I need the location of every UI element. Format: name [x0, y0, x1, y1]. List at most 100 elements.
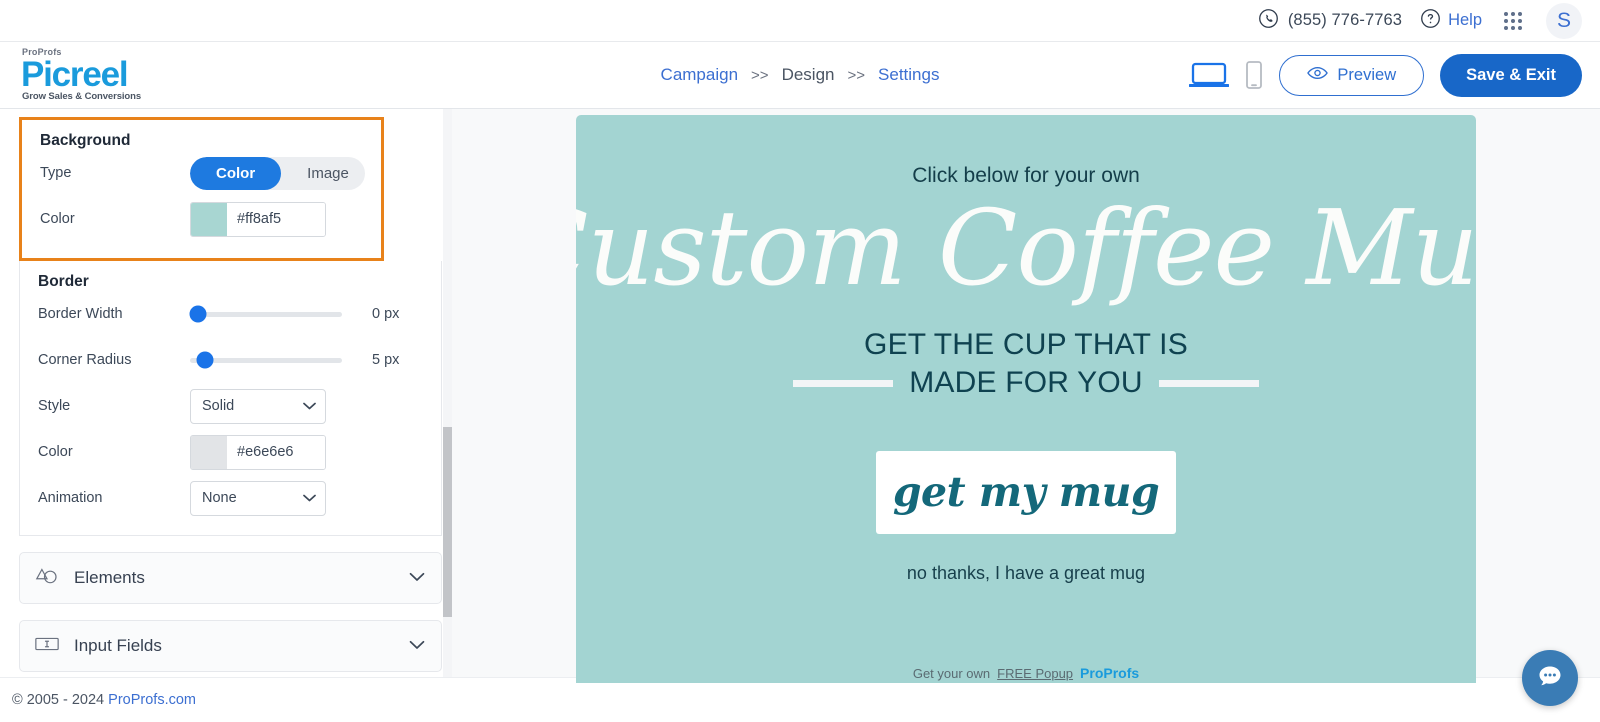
border-color-label: Color: [38, 444, 73, 460]
page-footer: © 2005 - 2024 ProProfs.com: [0, 677, 1600, 721]
breadcrumb-separator: >>: [751, 66, 769, 84]
shapes-icon: [34, 566, 60, 591]
decorative-rule-right: [1158, 380, 1259, 388]
eye-icon: [1307, 66, 1329, 85]
main-header: ProProfs Picreel Grow Sales & Conversion…: [0, 41, 1600, 109]
animation-row: Animation None: [38, 475, 425, 521]
chevron-down-icon: [303, 490, 316, 506]
corner-radius-slider-thumb[interactable]: [196, 351, 214, 369]
breadcrumb: Campaign >> Design >> Settings: [661, 65, 940, 85]
popup-headline: Custom Coffee Mug: [576, 187, 1476, 309]
sidebar-scrollbar-track[interactable]: [443, 109, 452, 677]
sidebar-scrollbar-thumb[interactable]: [443, 427, 452, 617]
attribution-free-popup-link[interactable]: FREE Popup: [997, 666, 1073, 681]
border-style-label: Style: [38, 398, 71, 414]
animation-value: None: [202, 490, 237, 506]
utility-bar: (855) 776-7763 Help S: [0, 0, 1600, 41]
corner-radius-slider[interactable]: [190, 351, 342, 369]
border-style-row: Style Solid: [38, 383, 425, 429]
popup-eyebrow: Click below for your own: [912, 164, 1140, 187]
background-color-row: Color: [40, 196, 365, 242]
question-circle-icon: [1420, 8, 1441, 34]
header-actions: Preview Save & Exit: [1189, 53, 1582, 97]
help-label: Help: [1448, 11, 1482, 29]
border-style-select[interactable]: Solid: [190, 388, 326, 424]
avatar[interactable]: S: [1546, 2, 1582, 39]
accordion-input-fields[interactable]: Input Fields: [19, 620, 442, 672]
background-type-row: Type Color Image: [40, 150, 365, 196]
breadcrumb-item-campaign[interactable]: Campaign: [661, 65, 739, 85]
desktop-view-icon[interactable]: [1189, 60, 1230, 90]
workspace: Background Type Color Image Color Border: [0, 109, 1600, 683]
border-color-input[interactable]: [227, 435, 325, 469]
background-panel: Background Type Color Image Color: [19, 117, 384, 261]
decorative-rule-left: [793, 380, 894, 388]
grid-apps-icon[interactable]: [1504, 11, 1522, 30]
popup-subheadline-line2: MADE FOR YOU: [909, 366, 1143, 400]
attribution-brand-profs: Profs: [1103, 665, 1140, 681]
border-width-value: 0 px: [372, 306, 400, 322]
border-width-row: Border Width 0 px: [38, 291, 425, 337]
chevron-down-icon[interactable]: [409, 637, 425, 655]
preview-canvas: Click below for your own Custom Coffee M…: [452, 109, 1600, 683]
attribution-brand-pro: Pro: [1080, 665, 1104, 681]
phone-block[interactable]: (855) 776-7763: [1258, 8, 1402, 34]
animation-label: Animation: [38, 490, 103, 506]
border-width-slider[interactable]: [189, 305, 342, 323]
proprofs-link[interactable]: ProProfs.com: [108, 692, 196, 708]
popup-attribution: Get your own FREE Popup ProProfs: [913, 665, 1139, 681]
copyright-text: © 2005 - 2024: [12, 691, 105, 708]
border-style-value: Solid: [202, 398, 235, 414]
attribution-proprofs-logo[interactable]: ProProfs: [1080, 665, 1139, 681]
preview-label: Preview: [1337, 65, 1397, 84]
background-type-option-image[interactable]: Image: [281, 157, 365, 190]
border-color-row: Color: [38, 429, 425, 475]
chat-bubble-icon: [1535, 661, 1565, 696]
breadcrumb-item-design[interactable]: Design: [782, 65, 835, 85]
accordion-elements-label: Elements: [74, 568, 145, 587]
border-color-swatch[interactable]: [191, 435, 227, 469]
logo-picreel-text: Picreel: [21, 55, 129, 95]
chat-widget-button[interactable]: [1522, 650, 1578, 706]
input-field-icon: [34, 635, 60, 658]
breadcrumb-item-settings[interactable]: Settings: [878, 65, 939, 85]
attribution-text: Get your own: [912, 665, 991, 681]
popup-subheadline-line1: GET THE CUP THAT IS: [864, 328, 1188, 361]
popup-cta-label: get my mug: [892, 468, 1160, 517]
popup-cta-button[interactable]: get my mug: [876, 450, 1176, 534]
border-panel-title: Border: [38, 273, 89, 290]
background-color-swatch[interactable]: [191, 202, 227, 236]
popup-preview: Click below for your own Custom Coffee M…: [576, 115, 1476, 683]
settings-sidebar: Background Type Color Image Color Border: [0, 109, 452, 677]
border-width-slider-thumb[interactable]: [189, 305, 207, 323]
phone-icon: [1258, 8, 1279, 34]
accordion-elements[interactable]: Elements: [19, 552, 442, 604]
animation-select[interactable]: None: [190, 480, 326, 516]
background-type-option-color[interactable]: Color: [190, 156, 282, 190]
popup-subheadline: GET THE CUP THAT IS MADE FOR YOU: [793, 326, 1259, 403]
corner-radius-row: Corner Radius 5 px: [38, 337, 425, 383]
background-panel-title: Background: [40, 132, 131, 149]
popup-subheadline-line2-wrap: MADE FOR YOU: [793, 364, 1259, 402]
background-color-label: Color: [40, 211, 75, 227]
save-and-exit-button[interactable]: Save & Exit: [1440, 53, 1582, 97]
preview-button[interactable]: Preview: [1279, 54, 1425, 96]
breadcrumb-separator: >>: [847, 66, 866, 84]
background-color-input[interactable]: [227, 202, 325, 236]
chevron-down-icon[interactable]: [409, 569, 425, 587]
background-type-toggle: Color Image: [190, 156, 365, 190]
mobile-view-icon[interactable]: [1245, 60, 1263, 90]
help-button[interactable]: Help: [1420, 8, 1482, 34]
phone-number: (855) 776-7763: [1287, 11, 1403, 29]
popup-decline-link[interactable]: no thanks, I have a great mug: [907, 563, 1145, 584]
border-panel: Border Border Width 0 px Corner Radius 5…: [19, 261, 442, 536]
corner-radius-label: Corner Radius: [38, 352, 132, 368]
chevron-down-icon: [303, 398, 316, 414]
border-width-label: Border Width: [38, 306, 123, 322]
picreel-logo[interactable]: ProProfs Picreel Grow Sales & Conversion…: [21, 48, 142, 103]
corner-radius-value: 5 px: [372, 352, 400, 368]
border-color-field[interactable]: [190, 434, 326, 470]
accordion-input-fields-label: Input Fields: [74, 636, 162, 655]
logo-tagline: Grow Sales & Conversions: [22, 91, 142, 103]
background-color-field[interactable]: [190, 201, 326, 237]
